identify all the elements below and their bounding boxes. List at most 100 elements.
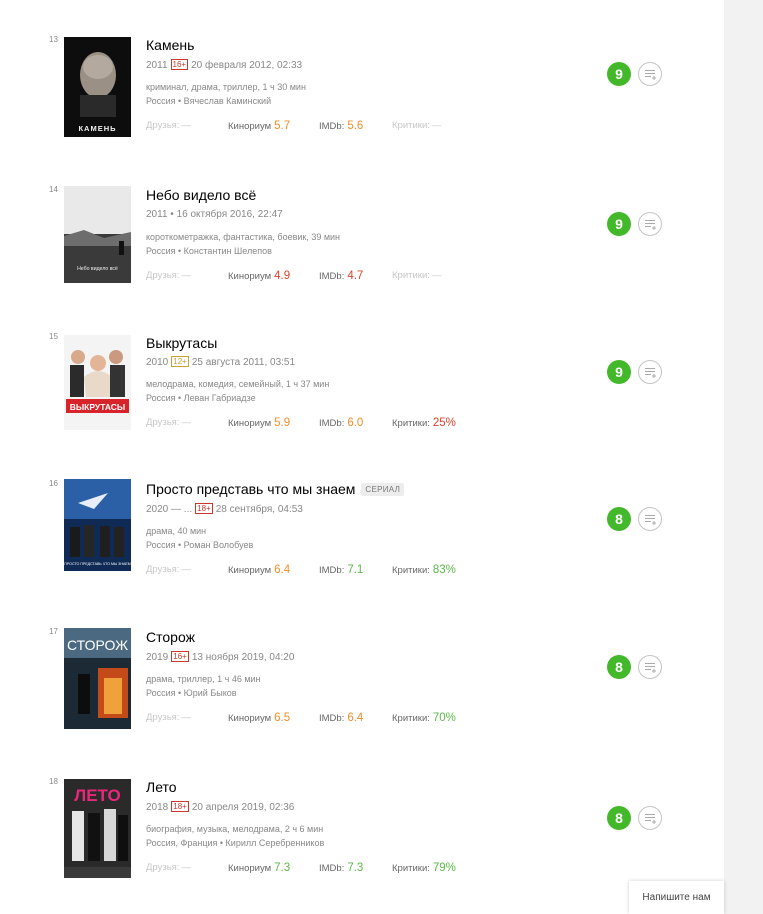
film-item-nebo: 14 Небо видело всё Небо видело всё 2011 … xyxy=(0,185,724,295)
list-position: 14 xyxy=(49,185,58,194)
ratings-row: Друзья: — Кинориум 6.4 IMDb: 7.1 Критики: 83… xyxy=(146,564,546,580)
film-year: 2010 xyxy=(146,357,169,368)
kinorium-rating: Кинориум 5.7 xyxy=(228,120,291,132)
user-rating-badge[interactable]: 9 xyxy=(607,360,631,384)
watched-date: 25 августа 2011, 03:51 xyxy=(191,357,296,368)
film-poster[interactable]: ПРОСТО ПРЕДСТАВЬ ЧТО МЫ ЗНАЕМ xyxy=(64,479,131,571)
age-rating-badge: 18+ xyxy=(171,801,189,812)
imdb-rating: IMDb: 5.6 xyxy=(319,120,364,132)
film-country-director: Россия • Константин Шелепов xyxy=(146,246,272,256)
list-add-icon xyxy=(645,220,656,230)
friends-rating: Друзья: — xyxy=(146,417,191,428)
film-poster[interactable]: КАМЕНЬ xyxy=(64,37,131,137)
film-country-director: Россия, Франция • Кирилл Серебренников xyxy=(146,838,325,848)
critics-rating: Критики: 79% xyxy=(392,862,456,874)
film-country-director: Россия • Роман Волобуев xyxy=(146,540,254,550)
film-item-prosto-predstav: 16 ПРОСТО ПРЕДСТАВЬ ЧТО МЫ ЗНАЕМ Просто … xyxy=(0,479,724,589)
film-genres: криминал, драма, триллер, 1 ч 30 мин xyxy=(146,82,306,92)
user-rating-badge[interactable]: 8 xyxy=(607,806,631,830)
friends-rating: Друзья: — xyxy=(146,270,191,281)
critics-rating: Критики: — xyxy=(392,270,442,281)
imdb-rating: IMDb: 4.7 xyxy=(319,270,364,282)
add-to-list-button[interactable] xyxy=(638,62,662,86)
add-to-list-button[interactable] xyxy=(638,212,662,236)
film-poster[interactable]: ЛЕТО xyxy=(64,779,131,878)
film-title[interactable]: Лето xyxy=(146,779,177,795)
film-genres: драма, триллер, 1 ч 46 мин xyxy=(146,674,261,684)
list-add-icon xyxy=(645,814,656,824)
film-item-kamen: 13 КАМЕНЬ Камень 2011 16+ 20 февраля 2012,… xyxy=(0,35,724,145)
poster-caption: ЛЕТО xyxy=(74,786,120,805)
film-title[interactable]: Сторож xyxy=(146,629,195,645)
poster-caption: СТОРОЖ xyxy=(67,637,128,653)
film-year: 2020 — ... xyxy=(146,504,193,515)
friends-rating: Друзья: — xyxy=(146,564,191,575)
film-title[interactable]: Камень xyxy=(146,37,194,53)
film-genres: биография, музыка, мелодрама, 2 ч 6 мин xyxy=(146,824,324,834)
film-title[interactable]: Выкрутасы xyxy=(146,335,217,351)
kinorium-rating: Кинориум 4.9 xyxy=(228,270,291,282)
ratings-row: Друзья: — Кинориум 7.3 IMDb: 7.3 Критики: 79… xyxy=(146,862,546,878)
age-rating-badge: 18+ xyxy=(195,503,213,514)
film-item-leto: 18 ЛЕТО Лето 2018 18+ 20 апреля 2019, 02:3… xyxy=(0,777,724,887)
critics-rating: Критики: 70% xyxy=(392,712,456,724)
poster-caption: КАМЕНЬ xyxy=(78,124,116,133)
list-position: 13 xyxy=(49,35,58,44)
kinorium-rating: Кинориум 6.4 xyxy=(228,564,291,576)
film-item-vykrutasy: 15 ВЫКРУТАСЫ Выкрутасы 2010 12+ 25 августа… xyxy=(0,332,724,442)
add-to-list-button[interactable] xyxy=(638,655,662,679)
watched-date: 13 ноября 2019, 04:20 xyxy=(191,652,295,663)
user-rating-badge[interactable]: 9 xyxy=(607,212,631,236)
film-meta: 2011 • 16 октября 2016, 22:47 xyxy=(146,209,283,220)
age-rating-badge: 16+ xyxy=(171,651,189,662)
film-item-storozh: 17 СТОРОЖ Сторож 2019 16+ 13 ноября 2019, … xyxy=(0,627,724,737)
ratings-row: Друзья: — Кинориум 4.9 IMDb: 4.7 Критики: — xyxy=(146,270,546,286)
add-to-list-button[interactable] xyxy=(638,806,662,830)
user-rating-badge[interactable]: 8 xyxy=(607,655,631,679)
imdb-rating: IMDb: 7.1 xyxy=(319,564,364,576)
age-rating-badge: 16+ xyxy=(170,59,189,70)
ratings-row: Друзья: — Кинориум 5.7 IMDb: 5.6 Критики: — xyxy=(146,120,546,136)
kinorium-rating: Кинориум 6.5 xyxy=(228,712,291,724)
critics-rating: Критики: 25% xyxy=(392,417,456,429)
film-title-text[interactable]: Просто представь что мы знаем xyxy=(146,481,355,497)
film-meta: 2020 — ... 18+ 28 сентября, 04:53 xyxy=(146,503,303,515)
critics-rating: Критики: — xyxy=(392,120,442,131)
list-add-icon xyxy=(645,663,656,673)
list-add-icon xyxy=(645,515,656,525)
film-meta: 2019 16+ 13 ноября 2019, 04:20 xyxy=(146,651,294,663)
imdb-rating: IMDb: 7.3 xyxy=(319,862,364,874)
add-to-list-button[interactable] xyxy=(638,507,662,531)
poster-caption: Небо видело всё xyxy=(77,266,118,272)
film-poster[interactable]: СТОРОЖ xyxy=(64,628,131,729)
watched-date: 20 апреля 2019, 02:36 xyxy=(191,802,295,813)
film-title[interactable]: Небо видело всё xyxy=(146,187,256,203)
friends-rating: Друзья: — xyxy=(146,712,191,723)
film-year: 2018 xyxy=(146,802,169,813)
kinorium-rating: Кинориум 5.9 xyxy=(228,417,291,429)
film-country-director: Россия • Леван Габриадзе xyxy=(146,393,256,403)
watched-date: • 16 октября 2016, 22:47 xyxy=(170,209,283,220)
watched-date: 20 февраля 2012, 02:33 xyxy=(191,60,303,71)
film-poster[interactable]: ВЫКРУТАСЫ xyxy=(64,335,131,430)
user-rating-badge[interactable]: 8 xyxy=(607,507,631,531)
imdb-rating: IMDb: 6.4 xyxy=(319,712,364,724)
film-genres: мелодрама, комедия, семейный, 1 ч 37 мин xyxy=(146,379,330,389)
user-rating-badge[interactable]: 9 xyxy=(607,62,631,86)
feedback-button[interactable]: Напишите нам xyxy=(629,881,724,914)
film-poster[interactable]: Небо видело всё xyxy=(64,186,131,283)
film-country-director: Россия • Вячеслав Каминский xyxy=(146,96,272,106)
serial-badge: СЕРИАЛ xyxy=(361,483,405,496)
list-position: 16 xyxy=(49,479,58,488)
add-to-list-button[interactable] xyxy=(638,360,662,384)
list-position: 18 xyxy=(49,777,58,786)
film-country-director: Россия • Юрий Быков xyxy=(146,688,237,698)
age-rating-badge: 12+ xyxy=(171,356,189,367)
film-title[interactable]: Просто представь что мы знаем СЕРИАЛ xyxy=(146,481,405,497)
film-year: 2011 xyxy=(146,60,168,71)
poster-caption: ВЫКРУТАСЫ xyxy=(70,402,126,412)
film-meta: 2010 12+ 25 августа 2011, 03:51 xyxy=(146,356,295,368)
list-position: 17 xyxy=(49,627,58,636)
watched-date: 28 сентября, 04:53 xyxy=(215,504,303,515)
film-genres: драма, 40 мин xyxy=(146,526,207,536)
